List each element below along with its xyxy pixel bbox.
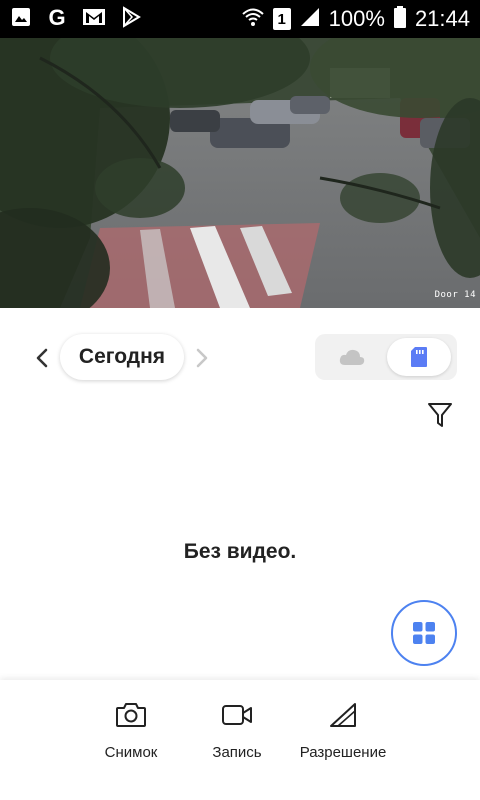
date-label: Сегодня [78,345,166,368]
camera-feed-image [0,38,480,308]
record-label: Запись [212,744,262,761]
camera-live-view[interactable]: Door 14 [0,38,480,308]
signal-icon [299,6,321,33]
storage-source-toggle [315,334,457,380]
battery-percent: 100% [328,6,385,31]
date-picker-button[interactable]: Сегодня [60,334,184,380]
record-button[interactable]: Запись [182,698,292,768]
resolution-icon [330,703,356,727]
sd-card-icon [411,347,427,367]
gmail-icon [82,6,106,33]
chevron-right-icon [196,348,208,368]
google-icon: G [46,5,68,33]
resolution-label: Разрешение [299,744,387,761]
filter-button[interactable] [424,398,456,432]
grid-view-button[interactable] [391,600,457,666]
camera-icon [116,703,146,727]
battery-icon [393,5,407,34]
next-day-button[interactable] [190,344,214,372]
resolution-button[interactable]: Разрешение [288,698,398,768]
bottom-action-bar: Снимок Запись Разрешение [0,680,480,800]
no-video-message: Без видео. [183,540,297,563]
sd-card-option[interactable] [387,338,451,376]
clock: 21:44 [414,6,470,31]
status-bar: G 1 100% 21:44 [0,0,480,38]
date-selector-bar: Сегодня [0,330,480,386]
gallery-icon [10,6,32,33]
sim-icon: 1 [272,8,291,30]
snapshot-button[interactable]: Снимок [76,698,186,768]
play-store-icon [120,5,142,33]
chevron-left-icon [36,348,48,368]
filter-icon [428,403,452,427]
previous-day-button[interactable] [30,344,54,372]
wifi-icon [241,6,265,33]
svg-text:G: G [48,6,65,28]
camera-name-overlay: Door 14 [434,290,476,300]
video-icon [222,705,252,725]
snapshot-label: Снимок [104,744,158,761]
sim-slot-number: 1 [277,10,286,28]
cloud-icon [339,349,365,365]
cloud-storage-option[interactable] [319,338,385,376]
grid-icon [413,622,435,644]
